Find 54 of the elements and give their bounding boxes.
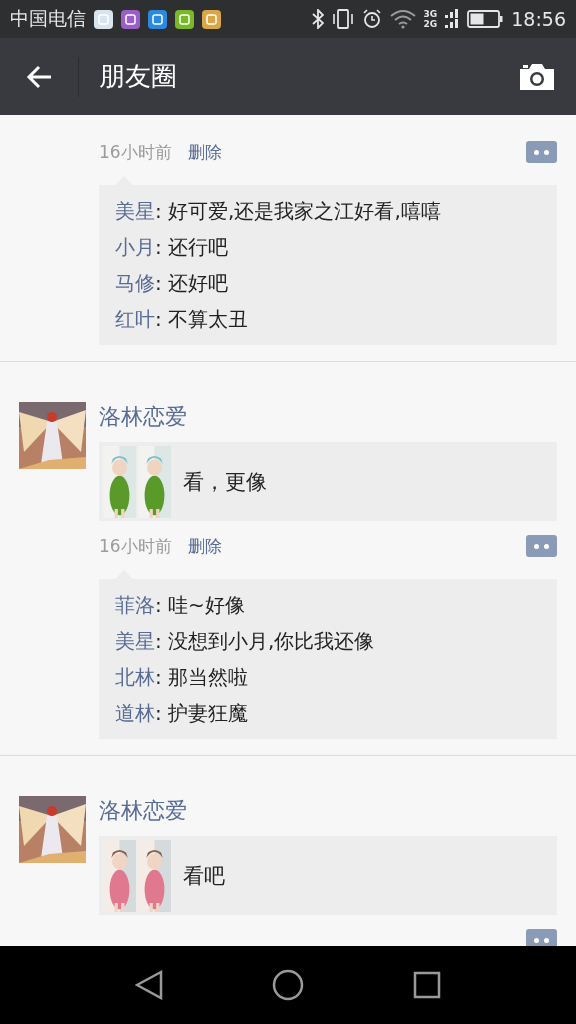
app-icon: [175, 9, 194, 29]
commenter-name[interactable]: 马修: [115, 271, 155, 295]
clock-time: 18:56: [511, 8, 566, 30]
square-icon: [413, 971, 442, 999]
carrier-name: 中国电信: [10, 6, 86, 31]
delete-link[interactable]: 删除: [187, 534, 222, 558]
circle-icon: [272, 969, 304, 1001]
comment-text: : 那当然啦: [155, 665, 249, 689]
network-type: 2G: [423, 19, 438, 29]
commenter-name[interactable]: 菲洛: [115, 593, 155, 617]
commenter-name[interactable]: 美星: [115, 199, 155, 223]
comment-text: : 哇~好像: [155, 593, 245, 617]
recents-nav-button[interactable]: [413, 971, 442, 999]
comment-text: : 还行吧: [155, 235, 229, 259]
post-time: 16小时前: [99, 140, 172, 164]
delete-link[interactable]: 删除: [187, 140, 222, 164]
commenter-name[interactable]: 北林: [115, 665, 155, 689]
triangle-icon: [134, 970, 163, 1000]
battery-icon: [467, 10, 504, 28]
shared-link-card[interactable]: 看，更像: [99, 442, 557, 521]
shared-link-text: 看吧: [183, 862, 225, 890]
commenter-name[interactable]: 小月: [115, 235, 155, 259]
commenter-name[interactable]: 红叶: [115, 307, 155, 331]
back-nav-button[interactable]: [134, 970, 163, 1000]
app-icon: [148, 9, 167, 29]
home-nav-button[interactable]: [272, 969, 304, 1001]
comment-text: : 不算太丑: [155, 307, 249, 331]
signal-icon: [445, 9, 460, 29]
comment-button[interactable]: [526, 141, 557, 163]
shared-link-card[interactable]: 看吧: [99, 836, 557, 915]
camera-button[interactable]: [518, 61, 556, 92]
app-icon: [121, 9, 140, 29]
page-title: 朋友圈: [99, 60, 178, 93]
comment-button[interactable]: [526, 535, 557, 557]
vibrate-icon: [331, 9, 354, 29]
bluetooth-icon: [311, 9, 324, 29]
alarm-icon: [361, 9, 382, 29]
comment-text: : 护妻狂魔: [155, 701, 249, 725]
shared-link-text: 看，更像: [183, 468, 267, 496]
camera-icon: [518, 61, 556, 92]
post-time: 16小时前: [99, 534, 172, 558]
comment-text: : 还好吧: [155, 271, 229, 295]
comment-button[interactable]: [526, 929, 557, 946]
app-icon: [202, 9, 221, 29]
commenter-name[interactable]: 道林: [115, 701, 155, 725]
network-type: 3G: [423, 9, 438, 19]
back-arrow-icon: [26, 64, 52, 89]
commenter-name[interactable]: 美星: [115, 629, 155, 653]
author-name[interactable]: 洛林恋爱: [99, 796, 187, 826]
app-icon: [94, 9, 113, 29]
author-name[interactable]: 洛林恋爱: [99, 402, 187, 432]
wifi-icon: [389, 9, 416, 29]
comment-text: : 好可爱,还是我家之江好看,嘻嘻: [155, 199, 441, 223]
comment-text: : 没想到小月,你比我还像: [155, 629, 375, 653]
